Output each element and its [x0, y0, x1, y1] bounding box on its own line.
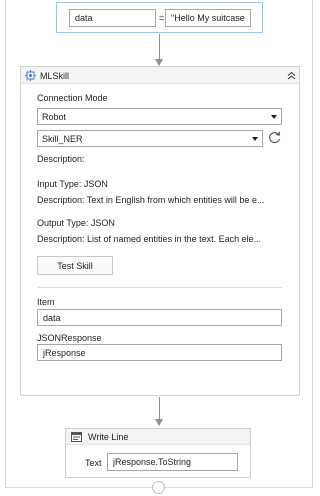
write-line-text-label: Text [85, 458, 102, 468]
chevron-down-icon [252, 136, 258, 141]
output-type-text: Output Type: JSON [37, 218, 115, 228]
connector-arrow [155, 419, 163, 426]
json-response-value: jResponse [43, 347, 86, 358]
write-line-icon [71, 432, 82, 444]
input-description-text: Description: Text in English from which … [37, 195, 265, 205]
write-line-text-field[interactable]: jResponse.ToString [107, 453, 238, 471]
write-line-header[interactable]: Write Line [66, 429, 250, 445]
collapse-icon[interactable] [287, 71, 296, 82]
mlskill-header[interactable]: MLSkill [21, 67, 299, 84]
item-label: Item [37, 297, 55, 307]
write-line-text-value: jResponse.ToString [113, 457, 192, 467]
mlskill-title: MLSkill [40, 71, 70, 81]
connector-line [159, 397, 160, 420]
description-label: Description: [37, 154, 85, 164]
connector-arrow [155, 59, 163, 66]
mlskill-activity[interactable]: MLSkill Connection Mode Robot Skill_NER … [20, 66, 300, 396]
skill-value: Skill_NER [42, 133, 83, 144]
connection-mode-dropdown[interactable]: Robot [37, 108, 282, 125]
assign-value-text: "Hello My suitcase [171, 13, 245, 23]
separator-line [37, 287, 282, 288]
connection-mode-label: Connection Mode [37, 93, 108, 103]
skill-dropdown[interactable]: Skill_NER [37, 130, 263, 147]
connection-mode-value: Robot [42, 111, 67, 122]
output-description-text: Description: List of named entities in t… [37, 234, 262, 244]
item-value: data [43, 312, 61, 323]
refresh-icon[interactable] [267, 130, 282, 147]
json-response-field[interactable]: jResponse [37, 344, 282, 361]
assign-operator: = [159, 13, 165, 23]
assign-to-value: data [75, 13, 93, 23]
chevron-down-icon [271, 114, 277, 119]
assign-to-field[interactable]: data [69, 9, 156, 27]
connector-line [159, 34, 160, 59]
item-field[interactable]: data [37, 309, 282, 326]
mlskill-icon [25, 70, 36, 83]
assign-value-field[interactable]: "Hello My suitcase [165, 9, 251, 27]
write-line-activity[interactable]: Write Line Text jResponse.ToString [65, 428, 251, 478]
json-response-label: JSONResponse [37, 333, 102, 343]
input-type-text: Input Type: JSON [37, 179, 108, 189]
assign-activity[interactable]: data = "Hello My suitcase [56, 2, 263, 33]
test-skill-button[interactable]: Test Skill [37, 256, 113, 275]
add-activity-marker[interactable] [152, 481, 165, 494]
write-line-title: Write Line [88, 432, 129, 442]
